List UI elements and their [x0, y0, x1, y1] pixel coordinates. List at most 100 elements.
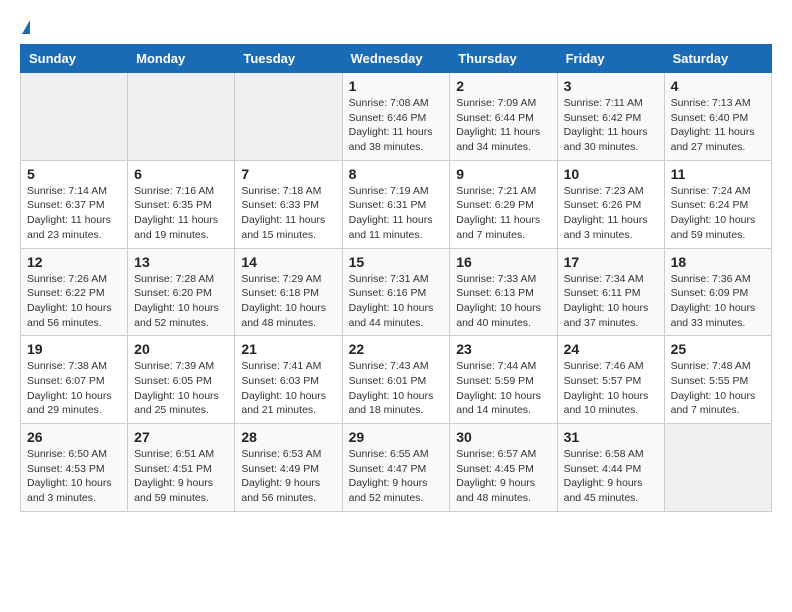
calendar-cell: 8 Sunrise: 7:19 AM Sunset: 6:31 PM Daylig…: [342, 160, 450, 248]
page-header: [20, 20, 772, 34]
day-info: Sunrise: 7:38 AM Sunset: 6:07 PM Dayligh…: [27, 359, 121, 418]
day-number: 11: [671, 166, 765, 182]
day-info: Sunrise: 7:19 AM Sunset: 6:31 PM Dayligh…: [349, 184, 444, 243]
calendar-cell: 17 Sunrise: 7:34 AM Sunset: 6:11 PM Dayli…: [557, 248, 664, 336]
calendar-cell: [21, 73, 128, 161]
day-info: Sunrise: 7:48 AM Sunset: 5:55 PM Dayligh…: [671, 359, 765, 418]
logo: [20, 20, 30, 34]
calendar-cell: 25 Sunrise: 7:48 AM Sunset: 5:55 PM Dayli…: [664, 336, 771, 424]
day-number: 4: [671, 78, 765, 94]
calendar-cell: 12Sunrise: 7:26 AM Sunset: 6:22 PM Dayli…: [21, 248, 128, 336]
day-info: Sunrise: 7:21 AM Sunset: 6:29 PM Dayligh…: [456, 184, 550, 243]
calendar-cell: [664, 424, 771, 512]
day-info: Sunrise: 7:14 AM Sunset: 6:37 PM Dayligh…: [27, 184, 121, 243]
weekday-header-wednesday: Wednesday: [342, 45, 450, 73]
day-info: Sunrise: 7:43 AM Sunset: 6:01 PM Dayligh…: [349, 359, 444, 418]
day-info: Sunrise: 7:26 AM Sunset: 6:22 PM Dayligh…: [27, 272, 121, 331]
weekday-header-friday: Friday: [557, 45, 664, 73]
calendar-cell: [235, 73, 342, 161]
logo-triangle-icon: [22, 20, 30, 34]
day-number: 15: [349, 254, 444, 270]
day-number: 31: [564, 429, 658, 445]
day-number: 14: [241, 254, 335, 270]
calendar-week-row: 19 Sunrise: 7:38 AM Sunset: 6:07 PM Dayli…: [21, 336, 772, 424]
day-number: 17: [564, 254, 658, 270]
day-number: 7: [241, 166, 335, 182]
calendar-cell: 5 Sunrise: 7:14 AM Sunset: 6:37 PM Daylig…: [21, 160, 128, 248]
day-info: Sunrise: 6:55 AM Sunset: 4:47 PM Dayligh…: [349, 447, 444, 506]
calendar-cell: 4 Sunrise: 7:13 AM Sunset: 6:40 PM Daylig…: [664, 73, 771, 161]
day-info: Sunrise: 6:51 AM Sunset: 4:51 PM Dayligh…: [134, 447, 228, 506]
day-number: 2: [456, 78, 550, 94]
day-number: 3: [564, 78, 658, 94]
day-number: 25: [671, 341, 765, 357]
day-number: 27: [134, 429, 228, 445]
calendar-cell: 22Sunrise: 7:43 AM Sunset: 6:01 PM Dayli…: [342, 336, 450, 424]
day-number: 9: [456, 166, 550, 182]
calendar-cell: 30 Sunrise: 6:57 AM Sunset: 4:45 PM Dayli…: [450, 424, 557, 512]
calendar-week-row: 5 Sunrise: 7:14 AM Sunset: 6:37 PM Daylig…: [21, 160, 772, 248]
weekday-header-sunday: Sunday: [21, 45, 128, 73]
day-number: 28: [241, 429, 335, 445]
calendar-cell: 6 Sunrise: 7:16 AM Sunset: 6:35 PM Daylig…: [128, 160, 235, 248]
day-number: 10: [564, 166, 658, 182]
calendar-cell: [128, 73, 235, 161]
calendar-cell: 3 Sunrise: 7:11 AM Sunset: 6:42 PM Daylig…: [557, 73, 664, 161]
calendar-table: SundayMondayTuesdayWednesdayThursdayFrid…: [20, 44, 772, 512]
day-info: Sunrise: 7:29 AM Sunset: 6:18 PM Dayligh…: [241, 272, 335, 331]
day-info: Sunrise: 7:44 AM Sunset: 5:59 PM Dayligh…: [456, 359, 550, 418]
day-info: Sunrise: 6:50 AM Sunset: 4:53 PM Dayligh…: [27, 447, 121, 506]
day-info: Sunrise: 7:34 AM Sunset: 6:11 PM Dayligh…: [564, 272, 658, 331]
day-number: 1: [349, 78, 444, 94]
day-info: Sunrise: 7:36 AM Sunset: 6:09 PM Dayligh…: [671, 272, 765, 331]
day-info: Sunrise: 7:11 AM Sunset: 6:42 PM Dayligh…: [564, 96, 658, 155]
weekday-header-saturday: Saturday: [664, 45, 771, 73]
day-number: 23: [456, 341, 550, 357]
day-info: Sunrise: 7:28 AM Sunset: 6:20 PM Dayligh…: [134, 272, 228, 331]
calendar-week-row: 1 Sunrise: 7:08 AM Sunset: 6:46 PM Daylig…: [21, 73, 772, 161]
day-number: 8: [349, 166, 444, 182]
calendar-cell: 23 Sunrise: 7:44 AM Sunset: 5:59 PM Dayli…: [450, 336, 557, 424]
calendar-cell: 9 Sunrise: 7:21 AM Sunset: 6:29 PM Daylig…: [450, 160, 557, 248]
day-info: Sunrise: 7:16 AM Sunset: 6:35 PM Dayligh…: [134, 184, 228, 243]
calendar-cell: 18 Sunrise: 7:36 AM Sunset: 6:09 PM Dayli…: [664, 248, 771, 336]
day-info: Sunrise: 6:53 AM Sunset: 4:49 PM Dayligh…: [241, 447, 335, 506]
weekday-header-monday: Monday: [128, 45, 235, 73]
day-info: Sunrise: 7:31 AM Sunset: 6:16 PM Dayligh…: [349, 272, 444, 331]
calendar-cell: 27 Sunrise: 6:51 AM Sunset: 4:51 PM Dayli…: [128, 424, 235, 512]
calendar-cell: 14 Sunrise: 7:29 AM Sunset: 6:18 PM Dayli…: [235, 248, 342, 336]
calendar-cell: 21 Sunrise: 7:41 AM Sunset: 6:03 PM Dayli…: [235, 336, 342, 424]
day-number: 20: [134, 341, 228, 357]
calendar-cell: 13 Sunrise: 7:28 AM Sunset: 6:20 PM Dayli…: [128, 248, 235, 336]
day-number: 16: [456, 254, 550, 270]
calendar-cell: 2 Sunrise: 7:09 AM Sunset: 6:44 PM Daylig…: [450, 73, 557, 161]
calendar-cell: 7 Sunrise: 7:18 AM Sunset: 6:33 PM Daylig…: [235, 160, 342, 248]
day-number: 6: [134, 166, 228, 182]
weekday-header-thursday: Thursday: [450, 45, 557, 73]
weekday-header-tuesday: Tuesday: [235, 45, 342, 73]
day-number: 5: [27, 166, 121, 182]
day-info: Sunrise: 7:18 AM Sunset: 6:33 PM Dayligh…: [241, 184, 335, 243]
day-info: Sunrise: 7:13 AM Sunset: 6:40 PM Dayligh…: [671, 96, 765, 155]
calendar-cell: 1 Sunrise: 7:08 AM Sunset: 6:46 PM Daylig…: [342, 73, 450, 161]
calendar-cell: 15 Sunrise: 7:31 AM Sunset: 6:16 PM Dayli…: [342, 248, 450, 336]
day-number: 19: [27, 341, 121, 357]
calendar-cell: 11Sunrise: 7:24 AM Sunset: 6:24 PM Dayli…: [664, 160, 771, 248]
day-info: Sunrise: 7:41 AM Sunset: 6:03 PM Dayligh…: [241, 359, 335, 418]
day-info: Sunrise: 7:39 AM Sunset: 6:05 PM Dayligh…: [134, 359, 228, 418]
calendar-cell: 31 Sunrise: 6:58 AM Sunset: 4:44 PM Dayli…: [557, 424, 664, 512]
day-info: Sunrise: 7:09 AM Sunset: 6:44 PM Dayligh…: [456, 96, 550, 155]
day-info: Sunrise: 7:08 AM Sunset: 6:46 PM Dayligh…: [349, 96, 444, 155]
calendar-cell: 19 Sunrise: 7:38 AM Sunset: 6:07 PM Dayli…: [21, 336, 128, 424]
calendar-cell: 26 Sunrise: 6:50 AM Sunset: 4:53 PM Dayli…: [21, 424, 128, 512]
day-number: 30: [456, 429, 550, 445]
day-number: 13: [134, 254, 228, 270]
day-number: 21: [241, 341, 335, 357]
day-number: 18: [671, 254, 765, 270]
calendar-cell: 16Sunrise: 7:33 AM Sunset: 6:13 PM Dayli…: [450, 248, 557, 336]
calendar-cell: 24Sunrise: 7:46 AM Sunset: 5:57 PM Dayli…: [557, 336, 664, 424]
day-info: Sunrise: 6:58 AM Sunset: 4:44 PM Dayligh…: [564, 447, 658, 506]
calendar-cell: 29Sunrise: 6:55 AM Sunset: 4:47 PM Dayli…: [342, 424, 450, 512]
day-info: Sunrise: 6:57 AM Sunset: 4:45 PM Dayligh…: [456, 447, 550, 506]
day-number: 26: [27, 429, 121, 445]
